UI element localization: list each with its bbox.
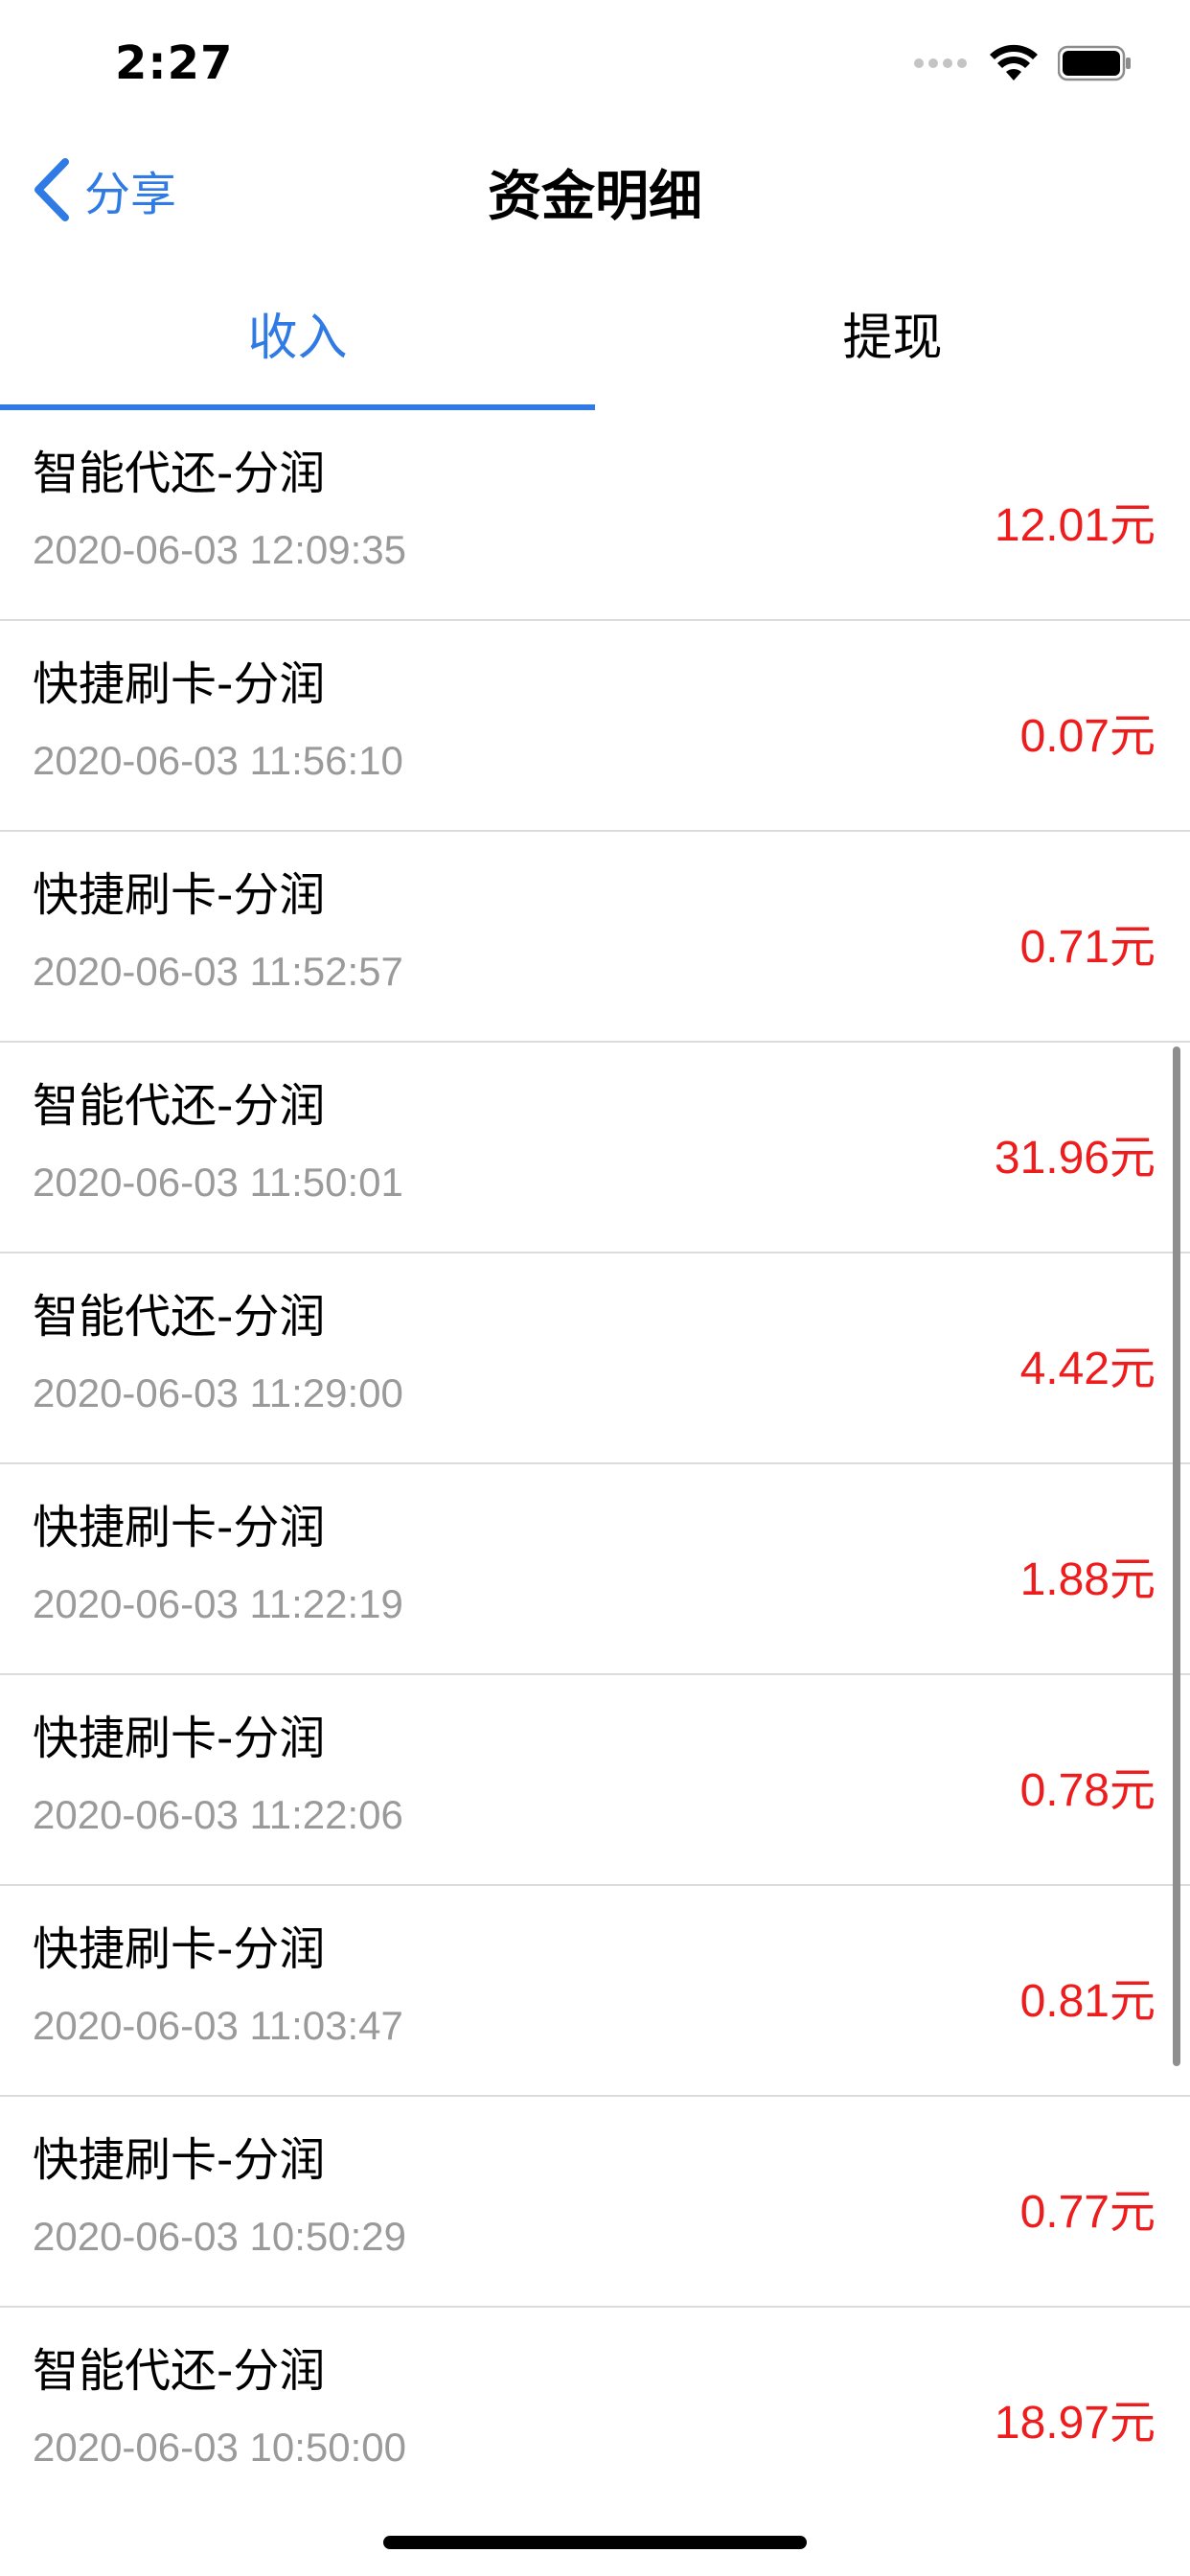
- list-item[interactable]: 快捷刷卡-分润 2020-06-03 11:56:10 0.07元: [0, 621, 1190, 832]
- record-title: 快捷刷卡-分润: [33, 1501, 326, 1554]
- record-title: 智能代还-分润: [33, 1290, 326, 1344]
- record-title: 快捷刷卡-分润: [33, 1712, 326, 1765]
- signal-dots-icon: [914, 58, 972, 68]
- record-title: 智能代还-分润: [33, 1079, 326, 1133]
- record-title: 快捷刷卡-分润: [33, 2133, 326, 2187]
- list-item[interactable]: 智能代还-分润 2020-06-03 11:29:00 4.42元: [0, 1254, 1190, 1464]
- record-amount: 0.78元: [1019, 1765, 1156, 1816]
- record-amount: 18.97元: [994, 2398, 1156, 2449]
- record-time: 2020-06-03 10:50:29: [33, 2214, 406, 2259]
- wifi-icon: [990, 44, 1038, 80]
- status-time: 2:27: [115, 36, 234, 90]
- record-amount: 4.42元: [1019, 1344, 1156, 1394]
- page-title: 资金明细: [488, 166, 702, 228]
- tab-withdrawal-label: 提现: [842, 309, 943, 367]
- tab-bar: 收入 提现: [0, 255, 1190, 410]
- record-time: 2020-06-03 11:29:00: [33, 1370, 403, 1415]
- vertical-scrollbar[interactable]: [1173, 1046, 1180, 2066]
- record-time: 2020-06-03 11:22:19: [33, 1581, 403, 1626]
- record-title: 智能代还-分润: [33, 2344, 326, 2398]
- list-item[interactable]: 快捷刷卡-分润 2020-06-03 11:52:57 0.71元: [0, 832, 1190, 1043]
- record-amount: 0.07元: [1019, 711, 1156, 762]
- tab-income[interactable]: 收入: [0, 255, 595, 410]
- list-item[interactable]: 快捷刷卡-分润 2020-06-03 10:50:29 0.77元: [0, 2097, 1190, 2308]
- record-time: 2020-06-03 11:50:01: [33, 1160, 403, 1205]
- list-item[interactable]: 快捷刷卡-分润 2020-06-03 11:03:47 0.81元: [0, 1886, 1190, 2097]
- list-item[interactable]: 智能代还-分润 2020-06-03 10:50:00 18.97元: [0, 2308, 1190, 2472]
- record-amount: 0.71元: [1019, 922, 1156, 973]
- battery-icon: [1058, 45, 1131, 81]
- list-item[interactable]: 智能代还-分润 2020-06-03 11:50:01 31.96元: [0, 1043, 1190, 1254]
- record-amount: 12.01元: [994, 500, 1156, 551]
- record-title: 快捷刷卡-分润: [33, 1922, 326, 1976]
- record-title: 智能代还-分润: [33, 447, 326, 500]
- record-title: 快捷刷卡-分润: [33, 657, 326, 711]
- list-item[interactable]: 智能代还-分润 2020-06-03 12:09:35 12.01元: [0, 410, 1190, 621]
- navigation-bar: 分享 资金明细: [0, 125, 1190, 255]
- record-time: 2020-06-03 11:03:47: [33, 2003, 403, 2048]
- list-item[interactable]: 快捷刷卡-分润 2020-06-03 11:22:06 0.78元: [0, 1675, 1190, 1886]
- record-amount: 0.81元: [1019, 1976, 1156, 2027]
- status-bar: 2:27: [0, 0, 1190, 125]
- record-list[interactable]: 智能代还-分润 2020-06-03 12:09:35 12.01元 快捷刷卡-…: [0, 410, 1190, 2472]
- record-time: 2020-06-03 10:50:00: [33, 2425, 406, 2470]
- record-title: 快捷刷卡-分润: [33, 868, 326, 922]
- record-amount: 0.77元: [1019, 2187, 1156, 2238]
- status-icons: [914, 42, 1133, 84]
- app-screen: 2:27 分享 资金明细 收入 提现 智能代还-分润 2020-06-03 12…: [0, 0, 1190, 2576]
- record-time: 2020-06-03 11:52:57: [33, 949, 403, 994]
- tab-withdrawal[interactable]: 提现: [595, 255, 1190, 410]
- list-item[interactable]: 快捷刷卡-分润 2020-06-03 11:22:19 1.88元: [0, 1464, 1190, 1675]
- record-time: 2020-06-03 11:56:10: [33, 738, 403, 783]
- home-indicator[interactable]: [383, 2536, 807, 2549]
- record-time: 2020-06-03 11:22:06: [33, 1792, 403, 1837]
- record-amount: 31.96元: [994, 1133, 1156, 1184]
- record-amount: 1.88元: [1019, 1554, 1156, 1605]
- record-time: 2020-06-03 12:09:35: [33, 527, 406, 572]
- tab-income-label: 收入: [247, 309, 348, 367]
